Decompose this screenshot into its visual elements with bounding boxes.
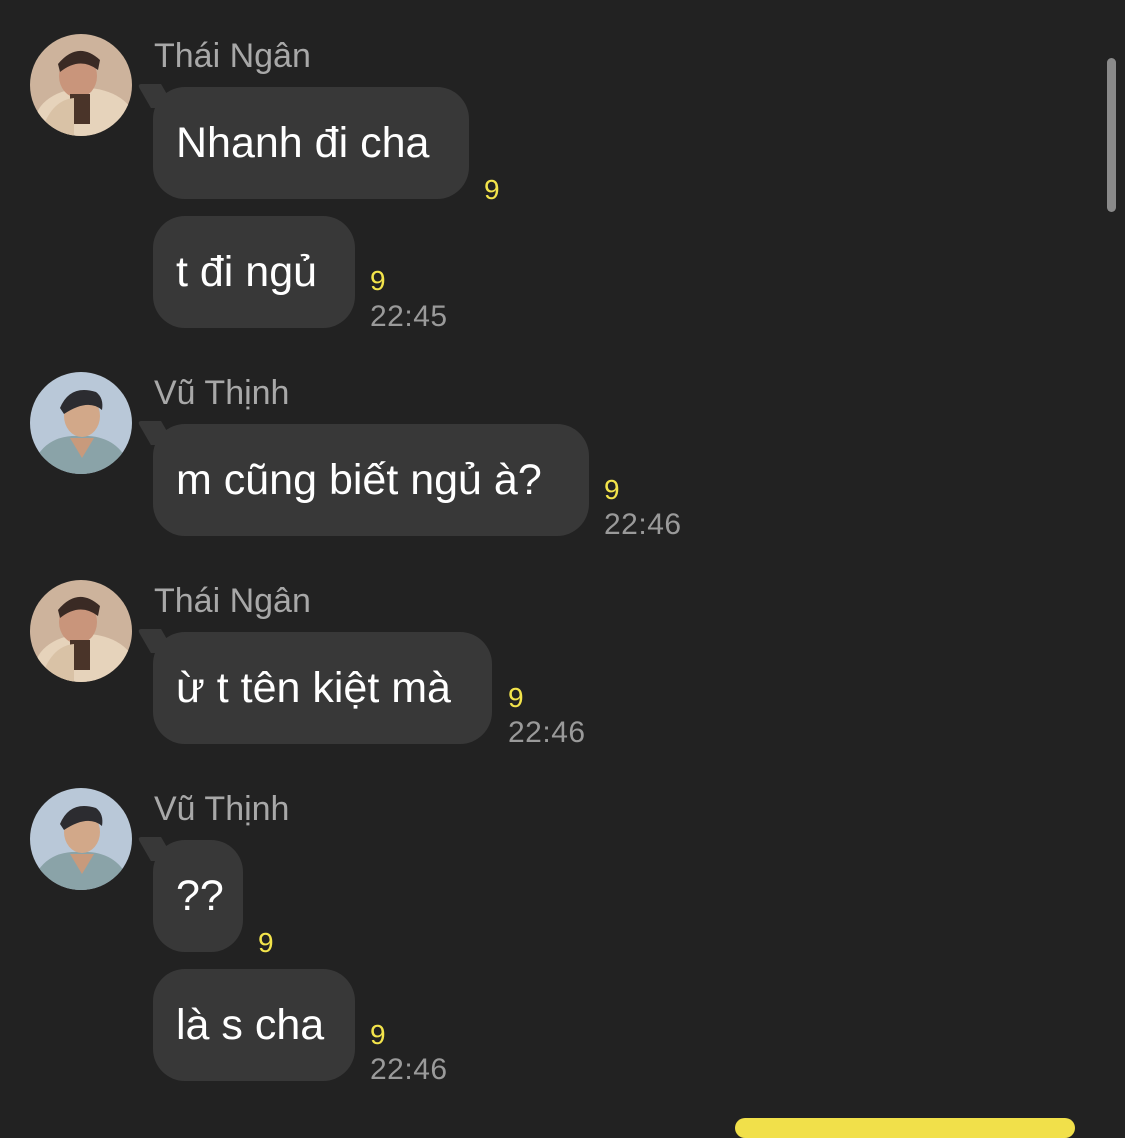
message-count-badge: 9 [508, 682, 524, 713]
message-bubble[interactable]: ?? [153, 840, 243, 952]
message-timestamp: 22:46 [508, 716, 586, 749]
message-bubble[interactable]: m cũng biết ngủ à? [153, 424, 589, 536]
sender-name: Thái Ngân [154, 37, 311, 75]
message-count-badge: 9 [370, 1019, 386, 1050]
outgoing-message-bubble-edge [735, 1118, 1075, 1138]
message-count-badge: 9 [258, 927, 274, 958]
message-bubble[interactable]: ừ t tên kiệt mà [153, 632, 492, 744]
sender-name: Thái Ngân [154, 582, 311, 620]
chat-message-list[interactable]: Thái Ngân Nhanh đi cha 9 t đi ngủ 9 22:4… [0, 0, 1125, 1138]
sender-name: Vũ Thịnh [154, 374, 290, 412]
avatar-vu-thinh[interactable] [30, 372, 132, 474]
message-bubble[interactable]: Nhanh đi cha [153, 87, 469, 199]
message-timestamp: 22:46 [604, 508, 682, 541]
scrollbar[interactable] [1107, 58, 1116, 212]
message-bubble[interactable]: là s cha [153, 969, 355, 1081]
avatar-vu-thinh[interactable] [30, 788, 132, 890]
message-bubble[interactable]: t đi ngủ [153, 216, 355, 328]
sender-name: Vũ Thịnh [154, 790, 290, 828]
avatar-thai-ngan[interactable] [30, 34, 132, 136]
message-count-badge: 9 [604, 474, 620, 505]
message-count-badge: 9 [484, 174, 500, 205]
avatar-thai-ngan[interactable] [30, 580, 132, 682]
message-timestamp: 22:45 [370, 300, 448, 333]
message-count-badge: 9 [370, 265, 386, 296]
message-timestamp: 22:46 [370, 1053, 448, 1086]
